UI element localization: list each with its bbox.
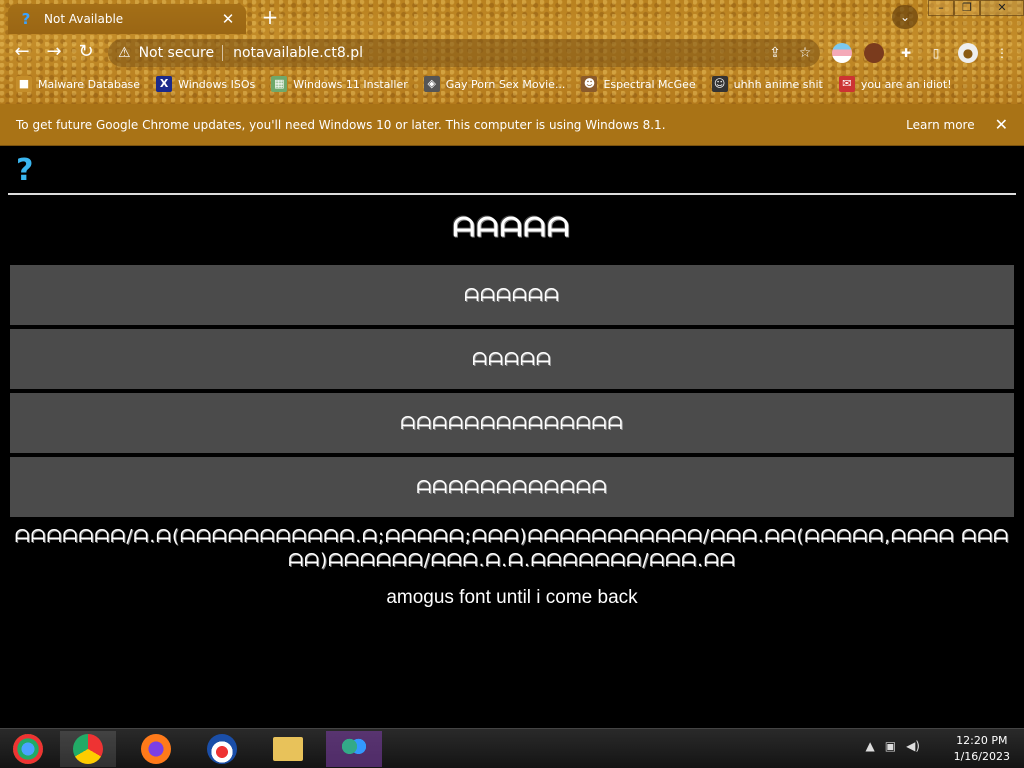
minimize-button[interactable]: – — [928, 0, 954, 16]
windows-taskbar: ▲ ▣ ◀) 12:20 PM 1/16/2023 — [0, 728, 1024, 768]
learn-more-link[interactable]: Learn more — [906, 118, 974, 132]
puzzle-icon[interactable]: ✚ — [896, 43, 916, 63]
bookmark-item[interactable]: ◈ Gay Porn Sex Movie... — [423, 76, 565, 92]
taskbar-messenger[interactable] — [326, 731, 382, 767]
reload-button[interactable]: ↻ — [74, 40, 98, 64]
bookmark-star-icon[interactable]: ☆ — [790, 45, 820, 61]
tab-not-available[interactable]: ? Not Available ✕ — [8, 4, 246, 34]
windows-isos-icon: X — [156, 76, 173, 92]
firefox-icon — [141, 734, 171, 764]
taskbar-explorer[interactable] — [260, 731, 316, 767]
network-icon[interactable]: ▣ — [885, 739, 896, 753]
chrome-icon — [73, 734, 103, 764]
menu-button[interactable]: ᗩᗩᗩᗩᗩᗩᗩᗩᗩᗩᗩᗩ — [10, 457, 1014, 517]
bookmark-favicon-icon: ■ — [16, 76, 32, 92]
close-tab-icon[interactable]: ✕ — [220, 10, 236, 28]
infobar-message: To get future Google Chrome updates, you… — [16, 117, 666, 132]
site-logo-icon[interactable]: ? — [16, 153, 33, 188]
taskbar-clock[interactable]: 12:20 PM 1/16/2023 — [954, 733, 1010, 765]
bookmark-item[interactable]: ☺ uhhh anime shit — [711, 76, 823, 92]
taskbar-app[interactable] — [194, 731, 250, 767]
menu-button[interactable]: ᗩᗩᗩᗩᗩᗩᗩᗩᗩᗩᗩᗩᗩᗩ — [10, 393, 1014, 453]
system-tray: ▲ ▣ ◀) — [866, 739, 921, 753]
window-close-button[interactable]: ✕ — [980, 0, 1024, 16]
close-infobar-icon[interactable]: ✕ — [995, 115, 1008, 134]
movie-site-icon: ◈ — [423, 76, 440, 92]
logo-icon — [207, 734, 237, 764]
messenger-icon — [339, 736, 369, 762]
bookmark-item[interactable]: ▦ Windows 11 Installer — [271, 76, 408, 92]
chrome-menu-icon[interactable]: ⋮ — [992, 43, 1012, 63]
share-icon[interactable]: ⇪ — [760, 45, 790, 61]
restore-button[interactable]: ❐ — [954, 0, 980, 16]
browser-toolbar: ← → ↻ ⚠ Not secure notavailable.ct8.pl ⇪… — [0, 36, 1024, 68]
warning-icon[interactable]: ⚠ — [118, 45, 131, 61]
bookmark-item[interactable]: X Windows ISOs — [156, 76, 255, 92]
volume-icon[interactable]: ◀) — [906, 739, 920, 753]
avatar-extension-icon[interactable] — [864, 43, 884, 63]
start-icon — [13, 734, 43, 764]
new-tab-button[interactable]: + — [258, 6, 282, 30]
bookmarks-bar: ■ Malware Database X Windows ISOs ▦ Wind… — [0, 72, 1024, 96]
start-button[interactable] — [0, 731, 56, 767]
page-content: ? ᗩᗩᗩᗩᗩ ᗩᗩᗩᗩᗩᗩ ᗩᗩᗩᗩᗩ ᗩᗩᗩᗩᗩᗩᗩᗩᗩᗩᗩᗩᗩᗩ ᗩᗩᗩᗩ… — [0, 147, 1024, 728]
installer-icon: ▦ — [271, 76, 288, 92]
clock-date: 1/16/2023 — [953, 750, 1010, 763]
bookmark-item[interactable]: ☻ Espectral McGee — [581, 76, 696, 92]
bookmark-item[interactable]: ■ Malware Database — [16, 76, 140, 92]
menu-button[interactable]: ᗩᗩᗩᗩᗩ — [10, 329, 1014, 389]
profile-icon[interactable]: ● — [958, 43, 978, 63]
amogus-paragraph: ᗩᗩᗩᗩᗩᗩᗩ/ᗩ.ᗩ(ᗩᗩᗩᗩᗩᗩᗩᗩᗩᗩᗩ.ᗩ;ᗩᗩᗩᗩᗩ;ᗩᗩᗩ)ᗩᗩᗩᗩ… — [14, 526, 1010, 571]
side-panel-icon[interactable]: ▯ — [926, 43, 946, 63]
forward-button[interactable]: → — [42, 40, 66, 64]
page-heading: ᗩᗩᗩᗩᗩ — [453, 213, 571, 243]
face-icon: ☻ — [581, 76, 598, 92]
page-note: amogus font until i come back — [386, 587, 638, 608]
address-bar[interactable]: ⚠ Not secure notavailable.ct8.pl ⇪ ☆ — [108, 39, 820, 67]
menu-button[interactable]: ᗩᗩᗩᗩᗩᗩ — [10, 265, 1014, 325]
url-text[interactable]: notavailable.ct8.pl — [233, 45, 760, 61]
tab-title: Not Available — [44, 12, 124, 26]
bookmark-item[interactable]: ✉ you are an idiot! — [838, 76, 952, 92]
security-label[interactable]: Not secure — [139, 45, 215, 61]
clock-time: 12:20 PM — [956, 734, 1008, 747]
browser-frame: ? Not Available ✕ + ⌄ – ❐ ✕ ← → ↻ ⚠ Not … — [0, 0, 1024, 104]
anime-icon: ☺ — [711, 76, 728, 92]
taskbar-chrome[interactable] — [60, 731, 116, 767]
show-hidden-icons-icon[interactable]: ▲ — [866, 739, 875, 753]
question-mark-icon: ? — [21, 10, 31, 28]
header-divider — [8, 193, 1016, 195]
flag-extension-icon[interactable] — [832, 43, 852, 63]
taskbar-firefox[interactable] — [128, 731, 184, 767]
folder-icon — [273, 737, 303, 761]
flag-icon: ✉ — [838, 76, 855, 92]
tab-search-button[interactable]: ⌄ — [892, 5, 918, 29]
update-infobar: To get future Google Chrome updates, you… — [0, 104, 1024, 146]
omnibox-divider — [222, 45, 224, 61]
back-button[interactable]: ← — [10, 40, 34, 64]
